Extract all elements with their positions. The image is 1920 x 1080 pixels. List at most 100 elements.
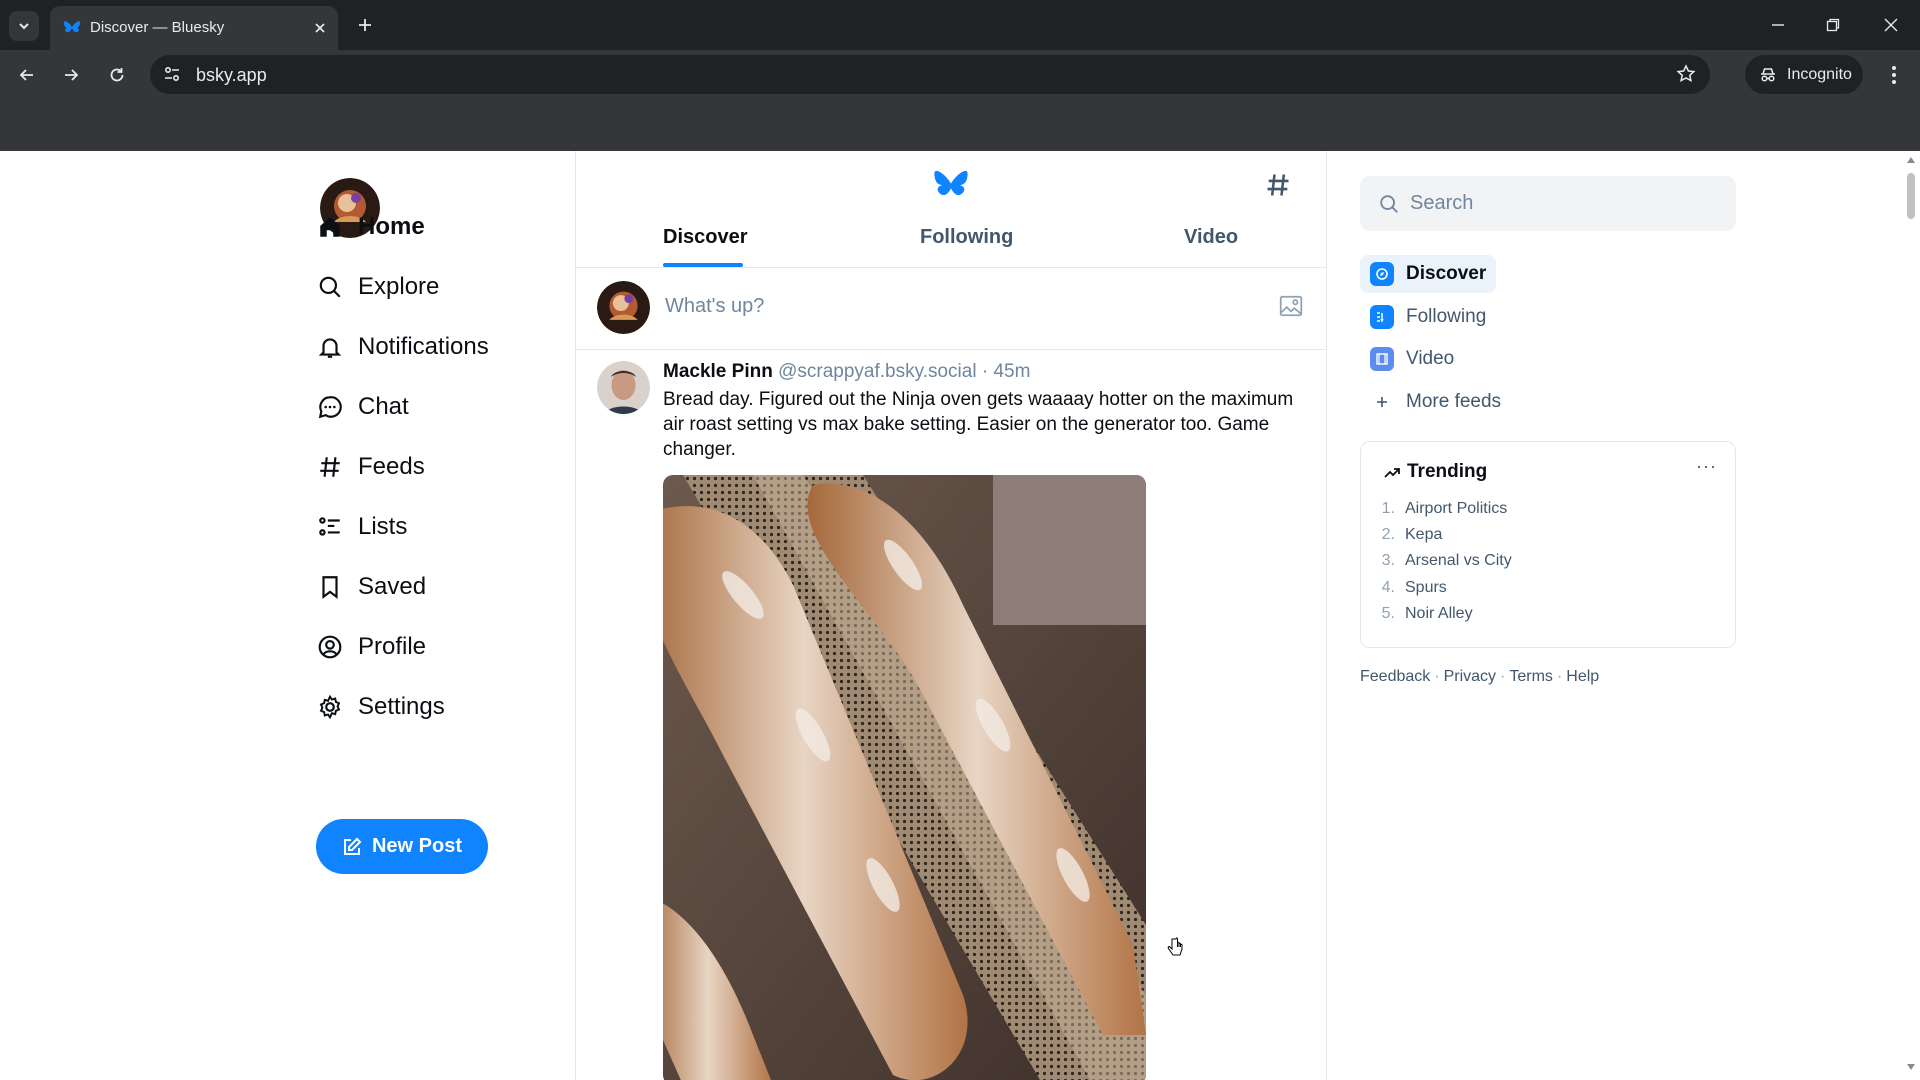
tab-search-button[interactable] [9, 11, 39, 41]
restore-button[interactable] [1818, 12, 1848, 38]
browser-menu-button[interactable] [1882, 62, 1906, 88]
trending-item[interactable]: 3. Arsenal vs City [1381, 552, 1512, 570]
browser-tab[interactable]: Discover — Bluesky [50, 6, 338, 50]
bookmark-star-icon[interactable] [1676, 64, 1696, 84]
image-icon [1279, 295, 1303, 317]
feeds-hash-button[interactable] [1264, 171, 1294, 201]
nav-home[interactable]: Home [316, 205, 425, 249]
trending-item[interactable]: 2. Kepa [1381, 526, 1443, 544]
bluesky-favicon-icon [63, 21, 81, 33]
scrollbar-thumb[interactable] [1907, 173, 1915, 219]
nav-label: Home [358, 213, 425, 240]
footer-link-feedback[interactable]: Feedback [1360, 668, 1430, 685]
composer-avatar[interactable] [597, 281, 650, 334]
trending-title: Trending [1407, 461, 1488, 482]
forward-button[interactable] [56, 60, 86, 90]
new-post-button[interactable]: New Post [316, 819, 488, 874]
sidebar-feed-label: Video [1406, 348, 1455, 369]
close-window-button[interactable] [1876, 12, 1906, 38]
address-bar[interactable]: bsky.app [150, 55, 1710, 94]
site-info-icon [164, 66, 180, 82]
plus-icon [359, 19, 371, 31]
add-image-button[interactable] [1278, 293, 1304, 319]
search-placeholder: Search [1410, 192, 1474, 214]
footer-link-privacy[interactable]: Privacy [1444, 668, 1496, 685]
close-icon [1884, 18, 1898, 32]
trending-options-icon[interactable]: ··· [1696, 456, 1717, 477]
tab-video[interactable]: Video [1184, 226, 1238, 249]
profile-icon [316, 633, 344, 661]
arrow-left-icon [19, 69, 33, 81]
nav-label: Lists [358, 513, 408, 540]
nav-explore[interactable]: Explore [316, 265, 439, 309]
browser-chrome-strip [0, 98, 1920, 151]
new-tab-button[interactable] [352, 12, 378, 38]
nav-label: Settings [358, 693, 445, 720]
bluesky-page: Home Explore Notifications Chat Feeds Li… [0, 151, 1920, 1080]
trending-header: Trending [1383, 461, 1487, 483]
post-author-name[interactable]: Mackle Pinn [663, 361, 773, 382]
composer-divider [576, 349, 1326, 350]
nav-feeds[interactable]: Feeds [316, 445, 425, 489]
post-timestamp[interactable]: 45m [993, 361, 1030, 382]
plus-icon [1370, 390, 1394, 414]
incognito-indicator[interactable]: Incognito [1745, 55, 1863, 94]
nav-chat[interactable]: Chat [316, 385, 409, 429]
hash-icon [316, 453, 344, 481]
bookmark-icon [316, 573, 344, 601]
minimize-button[interactable] [1763, 12, 1793, 38]
incognito-label: Incognito [1787, 65, 1852, 83]
post-meta-separator: · [981, 361, 989, 382]
trending-item[interactable]: 5. Noir Alley [1381, 605, 1473, 623]
chevron-down-icon [19, 23, 29, 30]
nav-lists[interactable]: Lists [316, 505, 407, 549]
search-icon [1380, 195, 1398, 213]
post-text: Bread day. Figured out the Ninja oven ge… [663, 389, 1294, 460]
close-tab-icon[interactable] [310, 18, 330, 38]
nav-label: Chat [358, 393, 409, 420]
post-author-handle[interactable]: @scrappyaf.bsky.social [778, 361, 976, 382]
sidebar-feed-label: Discover [1406, 263, 1487, 284]
footer-link-terms[interactable]: Terms [1509, 668, 1553, 685]
browser-tab-strip: Discover — Bluesky [0, 0, 1920, 50]
composer-prompt[interactable]: What's up? [665, 295, 764, 318]
new-post-label: New Post [371, 835, 463, 857]
nav-settings[interactable]: Settings [316, 685, 445, 729]
trending-card: Trending ··· 1. Airport Politics 2. Kepa 3… [1360, 441, 1736, 648]
more-vertical-icon [1892, 66, 1896, 84]
post-image[interactable] [663, 475, 1146, 1080]
edit-icon [343, 837, 362, 855]
reload-button[interactable] [102, 60, 132, 90]
scroll-up-icon[interactable] [1906, 156, 1916, 164]
sidebar-feed-following[interactable]: Following [1360, 298, 1496, 336]
gear-icon [316, 693, 344, 721]
back-button[interactable] [12, 60, 42, 90]
arrow-right-icon [65, 69, 79, 81]
page-scrollbar[interactable] [1902, 151, 1920, 1080]
sidebar-feed-discover[interactable]: Discover [1360, 255, 1497, 293]
video-feed-icon [1370, 347, 1394, 371]
footer-link-help[interactable]: Help [1566, 668, 1599, 685]
post-author-avatar[interactable] [597, 361, 650, 414]
trending-item[interactable]: 1. Airport Politics [1381, 500, 1508, 518]
sidebar-feed-video[interactable]: Video [1360, 340, 1464, 378]
header-divider [576, 267, 1326, 268]
nav-profile[interactable]: Profile [316, 625, 426, 669]
minimize-icon [1772, 24, 1784, 26]
discover-feed-icon [1370, 262, 1394, 286]
nav-label: Profile [358, 633, 427, 660]
trending-item[interactable]: 4. Spurs [1381, 579, 1447, 597]
nav-notifications[interactable]: Notifications [316, 325, 489, 369]
sidebar-more-feeds[interactable]: More feeds [1360, 383, 1511, 421]
chat-icon [316, 393, 344, 421]
bluesky-logo-icon[interactable] [932, 169, 970, 203]
footer-links: Feedback · Privacy · Terms · Help [1360, 668, 1600, 685]
restore-icon [1826, 18, 1840, 32]
tab-discover[interactable]: Discover [663, 226, 748, 249]
nav-saved[interactable]: Saved [316, 565, 426, 609]
nav-label: Feeds [358, 453, 425, 480]
search-input[interactable]: Search [1360, 176, 1736, 231]
scroll-down-icon[interactable] [1906, 1063, 1916, 1071]
browser-toolbar: bsky.app Incognito [0, 50, 1920, 98]
tab-following[interactable]: Following [920, 226, 1013, 249]
